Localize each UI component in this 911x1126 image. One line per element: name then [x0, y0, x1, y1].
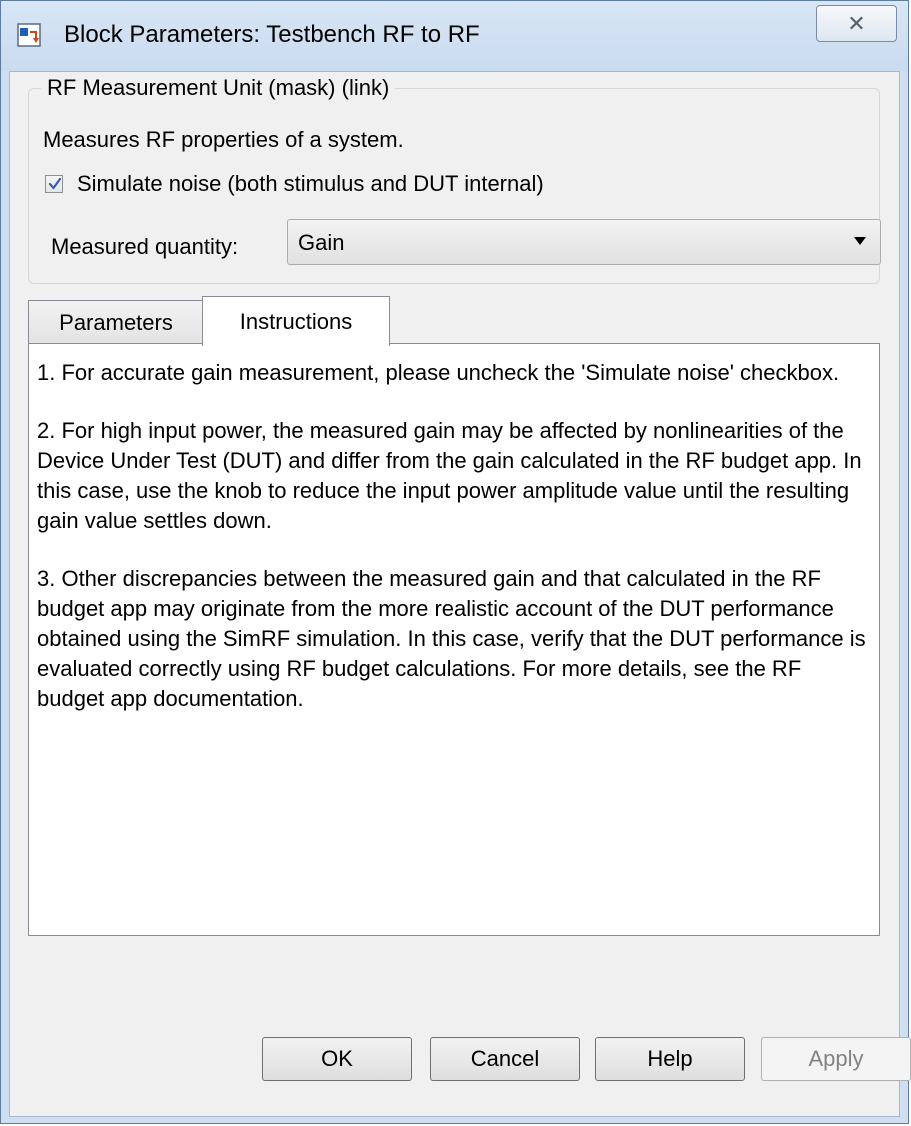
measured-quantity-select[interactable]: Gain — [287, 219, 881, 265]
tab-instructions[interactable]: Instructions — [202, 296, 390, 346]
simulink-block-icon — [17, 23, 41, 47]
simulate-noise-label[interactable]: Simulate noise (both stimulus and DUT in… — [77, 171, 544, 197]
dialog-client-area: RF Measurement Unit (mask) (link) Measur… — [9, 71, 911, 1117]
title-bar[interactable]: Block Parameters: Testbench RF to RF ✕ — [1, 1, 908, 71]
mask-group-box: RF Measurement Unit (mask) (link) Measur… — [28, 75, 881, 284]
checkmark-icon — [48, 177, 62, 190]
tab-instructions-label: Instructions — [239, 308, 353, 334]
dialog-window: Block Parameters: Testbench RF to RF ✕ R… — [0, 0, 911, 1124]
cancel-button[interactable]: Cancel — [430, 1037, 580, 1081]
chevron-down-icon[interactable] — [854, 237, 866, 245]
ok-button[interactable]: OK — [262, 1037, 412, 1081]
cancel-button-label: Cancel — [470, 1046, 540, 1071]
window-title: Block Parameters: Testbench RF to RF — [64, 21, 480, 48]
tab-parameters[interactable]: Parameters — [28, 300, 204, 344]
simulate-noise-checkbox[interactable] — [45, 175, 63, 193]
instruction-item: 1. For accurate gain measurement, please… — [37, 360, 840, 385]
instruction-item: 3. Other discrepancies between the measu… — [37, 566, 866, 711]
simulate-noise-row[interactable]: Simulate noise (both stimulus and DUT in… — [45, 171, 544, 197]
apply-button[interactable]: Apply — [761, 1037, 911, 1081]
instruction-item: 2. For high input power, the measured ga… — [37, 418, 862, 533]
measured-quantity-label: Measured quantity: — [51, 234, 239, 259]
help-button-label: Help — [647, 1046, 693, 1071]
close-icon: ✕ — [847, 10, 866, 36]
mask-description: Measures RF properties of a system. — [43, 127, 404, 152]
ok-button-label: OK — [321, 1046, 353, 1071]
instructions-panel: 1. For accurate gain measurement, please… — [28, 343, 880, 936]
close-button[interactable]: ✕ — [816, 5, 897, 42]
mask-title: RF Measurement Unit (mask) (link) — [41, 75, 396, 101]
measured-quantity-value: Gain — [298, 230, 345, 255]
instructions-text: 1. For accurate gain measurement, please… — [37, 358, 871, 742]
tab-parameters-label: Parameters — [59, 309, 173, 335]
apply-button-label: Apply — [808, 1046, 864, 1071]
help-button[interactable]: Help — [595, 1037, 745, 1081]
